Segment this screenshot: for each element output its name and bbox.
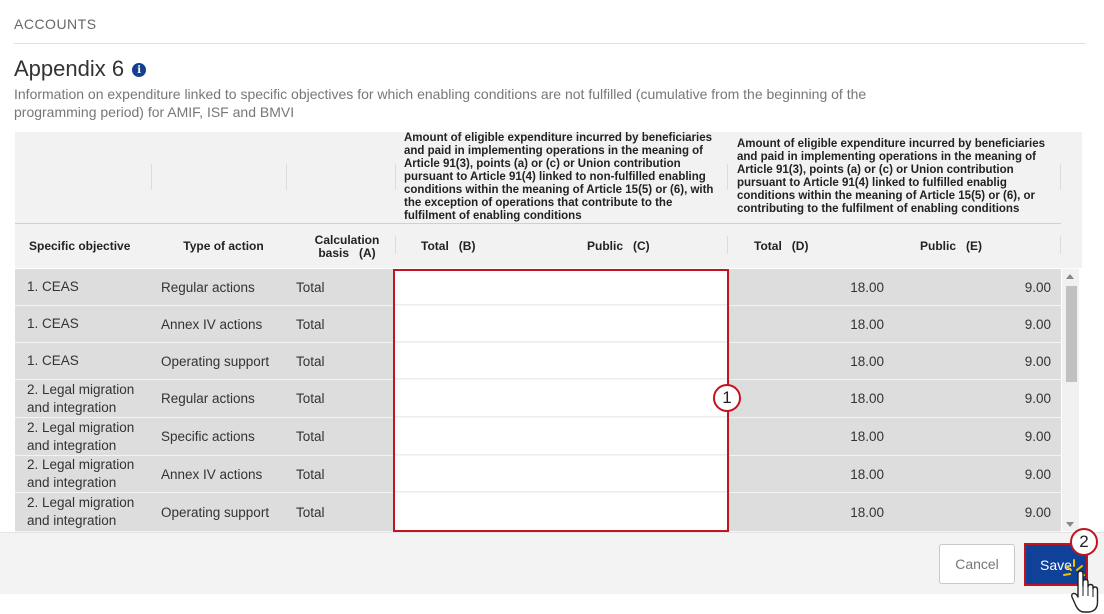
table-row: 1. CEAS Annex IV actions Total 18.00 9.0…: [15, 306, 1061, 343]
cell-total-d: 18.00: [850, 429, 884, 444]
cell-public-e: 9.00: [1024, 353, 1051, 369]
cell-specific-objective: 1. CEAS: [27, 353, 79, 368]
header-separator: [395, 236, 396, 254]
section-divider: [14, 43, 1086, 44]
input-total-public-b-c[interactable]: [395, 456, 727, 492]
cell-type-of-action: Regular actions: [161, 391, 255, 406]
input-total-public-b-c[interactable]: [395, 380, 727, 417]
cell-type-of-action: Operating support: [161, 504, 270, 520]
cell-total-d: 18.00: [850, 466, 884, 482]
input-total-public-b-c[interactable]: [395, 493, 727, 531]
col-header-calculation-basis[interactable]: Calculation basis (A): [307, 234, 387, 260]
header-separator: [727, 164, 728, 190]
hand-pointer-icon: [1063, 559, 1099, 613]
input-total-public-b-c[interactable]: [395, 343, 727, 379]
callout-2: 2: [1070, 528, 1098, 556]
page-description: Information on expenditure linked to spe…: [14, 86, 867, 120]
cell-public-e: 9.00: [1024, 466, 1051, 482]
header-separator: [395, 164, 396, 190]
table-body: 1. CEAS Regular actions Total 18.00 9.00…: [15, 269, 1061, 532]
cell-type-of-action: Operating support: [161, 353, 270, 369]
cell-calculation-basis: Total: [296, 279, 325, 295]
cell-specific-objective: 1. CEAS: [27, 316, 79, 331]
col-header-total-d[interactable]: Total (D): [754, 240, 844, 253]
scroll-thumb[interactable]: [1066, 286, 1077, 382]
header-divider: [15, 223, 1061, 224]
input-total-public-b-c[interactable]: [395, 269, 727, 305]
section-label: ACCOUNTS: [14, 16, 97, 32]
cell-public-e: 9.00: [1024, 429, 1051, 444]
header-separator: [286, 164, 287, 190]
group-header-non-fulfilled: Amount of eligible expenditure incurred …: [404, 132, 714, 222]
header-separator: [1060, 164, 1061, 190]
title-row: Appendix 6 i: [14, 56, 147, 82]
table-row: 2. Legal migration and integration Speci…: [15, 418, 1061, 456]
scroll-up-icon[interactable]: [1066, 274, 1074, 279]
info-icon[interactable]: i: [132, 63, 147, 77]
cell-specific-objective: 2. Legal migration and integration: [27, 457, 135, 490]
cell-specific-objective: 1. CEAS: [27, 279, 79, 294]
cell-calculation-basis: Total: [296, 429, 325, 444]
cell-total-d: 18.00: [850, 353, 884, 369]
table-row: 2. Legal migration and integration Regul…: [15, 380, 1061, 418]
cell-public-e: 9.00: [1024, 279, 1051, 295]
cell-calculation-basis: Total: [296, 466, 325, 482]
cell-total-d: 18.00: [850, 504, 884, 520]
cell-total-d: 18.00: [850, 391, 884, 406]
cancel-button[interactable]: Cancel: [939, 544, 1015, 584]
input-total-public-b-c[interactable]: [395, 306, 727, 342]
page-title: Appendix 6: [14, 56, 125, 81]
appendix-table: Amount of eligible expenditure incurred …: [15, 132, 1082, 532]
cell-public-e: 9.00: [1024, 316, 1051, 332]
cell-public-e: 9.00: [1024, 504, 1051, 520]
callout-1: 1: [713, 384, 741, 412]
cell-calculation-basis: Total: [296, 504, 325, 520]
cell-specific-objective: 2. Legal migration and integration: [27, 419, 135, 453]
cell-calculation-basis: Total: [296, 316, 325, 332]
col-header-public-c[interactable]: Public (C): [587, 240, 677, 253]
table-row: 1. CEAS Operating support Total 18.00 9.…: [15, 343, 1061, 380]
col-header-type-of-action[interactable]: Type of action: [161, 240, 286, 253]
cell-calculation-basis: Total: [296, 353, 325, 369]
header-separator: [1060, 236, 1061, 254]
col-header-specific-objective[interactable]: Specific objective: [29, 240, 159, 253]
col-header-total-b[interactable]: Total (B): [421, 240, 511, 253]
cell-total-d: 18.00: [850, 279, 884, 295]
cell-total-d: 18.00: [850, 316, 884, 332]
scroll-down-icon[interactable]: [1066, 522, 1074, 527]
cell-type-of-action: Annex IV actions: [161, 466, 263, 482]
header-separator: [727, 236, 728, 254]
header-separator: [151, 164, 152, 190]
group-header-fulfilled: Amount of eligible expenditure incurred …: [737, 138, 1046, 215]
input-total-public-b-c[interactable]: [395, 418, 727, 455]
col-header-public-e[interactable]: Public (E): [920, 240, 1010, 253]
cell-type-of-action: Annex IV actions: [161, 316, 263, 332]
table-row: 2. Legal migration and integration Opera…: [15, 493, 1061, 532]
cell-public-e: 9.00: [1024, 391, 1051, 406]
cell-calculation-basis: Total: [296, 391, 325, 406]
table-row: 2. Legal migration and integration Annex…: [15, 456, 1061, 493]
table-row: 1. CEAS Regular actions Total 18.00 9.00: [15, 269, 1061, 306]
cell-specific-objective: 2. Legal migration and integration: [27, 495, 135, 528]
cell-specific-objective: 2. Legal migration and integration: [27, 381, 135, 415]
cell-type-of-action: Regular actions: [161, 279, 255, 295]
table-scrollbar[interactable]: [1062, 269, 1079, 531]
cell-type-of-action: Specific actions: [161, 429, 255, 444]
